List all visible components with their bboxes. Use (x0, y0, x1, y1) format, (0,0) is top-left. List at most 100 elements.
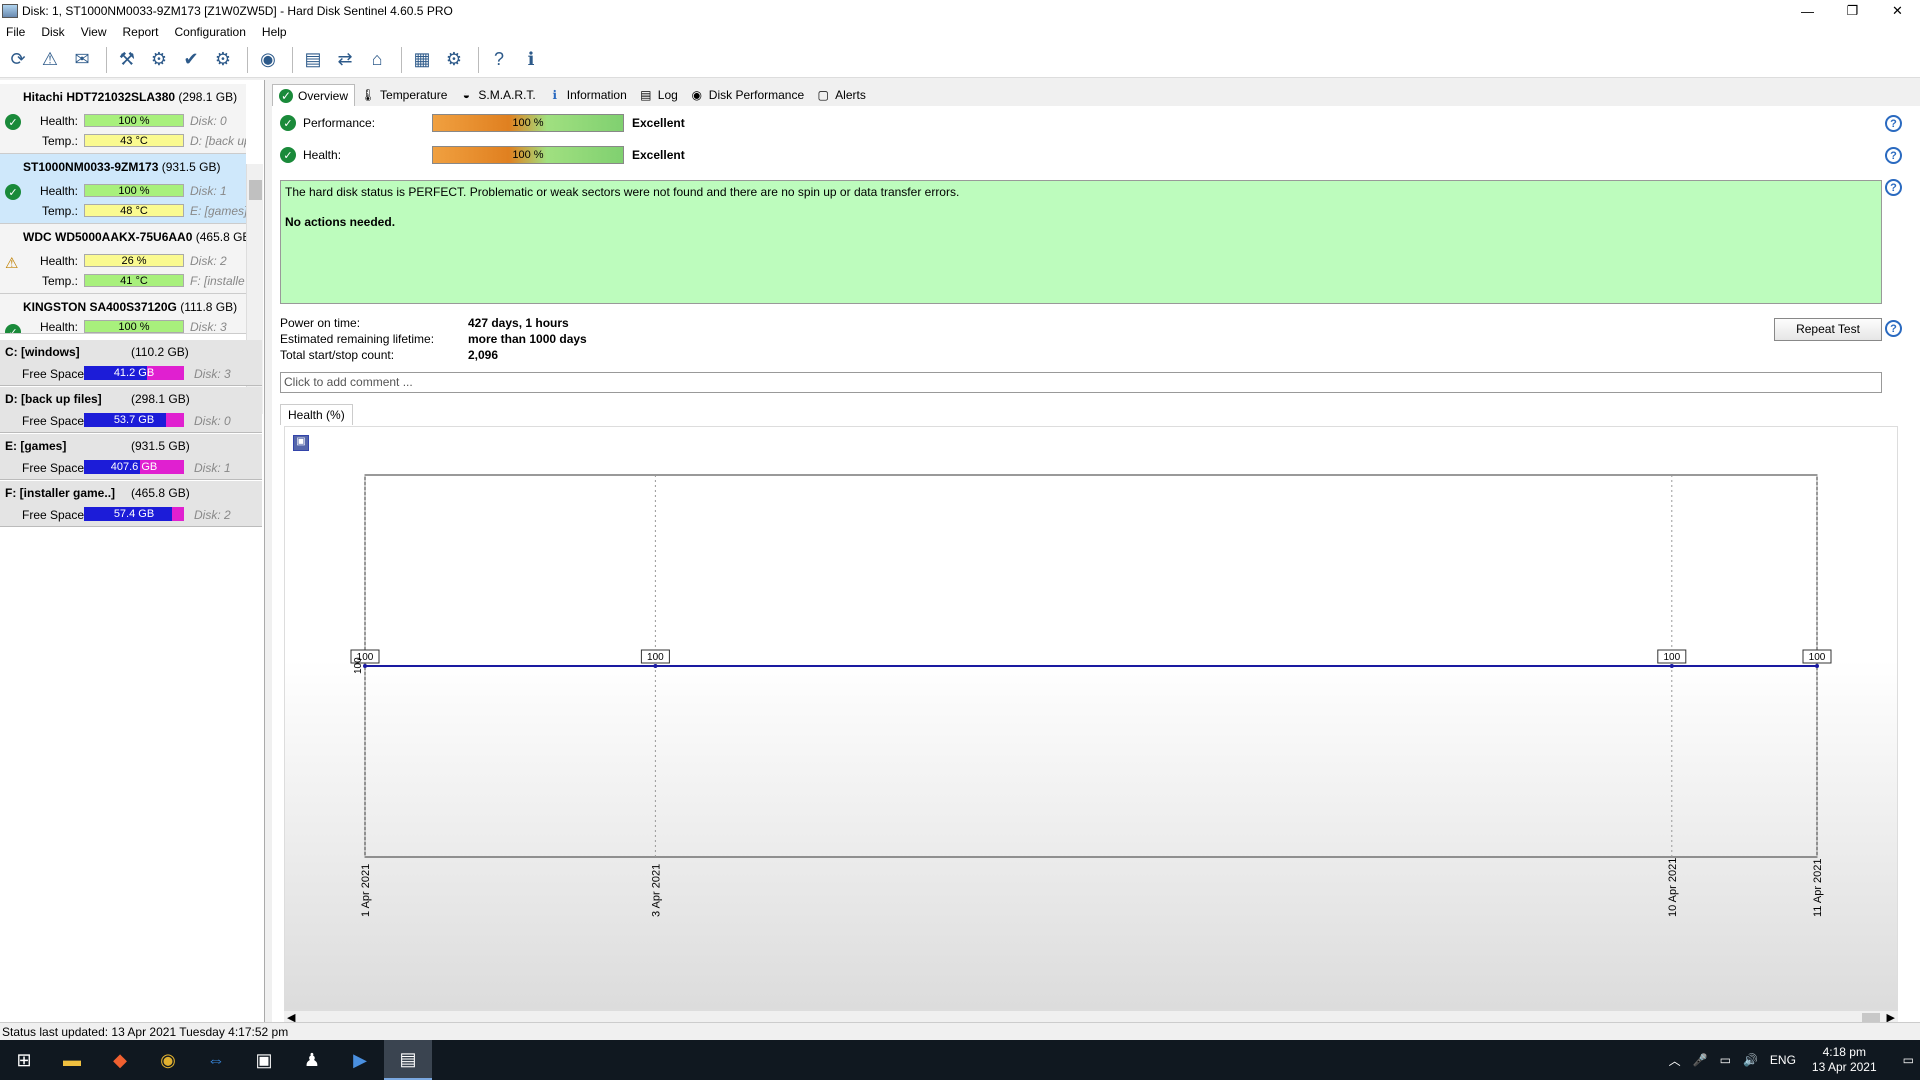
volume-card[interactable]: C: [windows] (110.2 GB) Free Space 41.2 … (0, 340, 262, 386)
web-icon[interactable]: ◉ (254, 46, 282, 74)
temp-bar: 48 °C (84, 204, 184, 217)
network-icon[interactable]: ⌂ (363, 46, 391, 74)
scrollbar-thumb[interactable] (249, 180, 262, 200)
sync-icon[interactable]: ⇄ (331, 46, 359, 74)
volume-size: (110.2 GB) (131, 345, 189, 359)
free-space-bar: 57.4 GB (84, 507, 184, 521)
comment-field[interactable]: Click to add comment ... (280, 372, 1882, 393)
disk-size: (111.8 GB) (180, 300, 238, 314)
hard-disk-sentinel-taskbar-icon[interactable]: ▤ (384, 1040, 432, 1080)
chip-icon[interactable]: ▦ (408, 46, 436, 74)
power-on-label: Power on time: (280, 316, 361, 330)
health-label: Health: (39, 254, 78, 268)
disk-size: (931.5 GB) (161, 160, 221, 174)
maximize-button[interactable]: ❐ (1830, 0, 1875, 22)
refresh-icon[interactable]: ⟳ (4, 46, 32, 74)
performance-verdict: Excellent (632, 116, 685, 130)
menu-configuration[interactable]: Configuration (169, 25, 252, 39)
repeat-test-button[interactable]: Repeat Test (1774, 318, 1882, 341)
menu-view[interactable]: View (75, 25, 113, 39)
chart-tab-health[interactable]: Health (%) (280, 404, 353, 425)
disk-card[interactable]: Hitachi HDT721032SLA380 (298.1 GB) ✓ Hea… (0, 84, 246, 154)
microphone-icon[interactable]: 🎤 (1693, 1053, 1708, 1067)
toolbar: ⟳ ⚠ ✉ ⚒ ⚙ ✔ ⚙ ◉ ▤ ⇄ ⌂ ▦ ⚙ ? ℹ (0, 42, 1920, 78)
status-message-box: The hard disk status is PERFECT. Problem… (280, 180, 1882, 304)
app-icon[interactable]: ▣ (240, 1040, 288, 1080)
disk-card[interactable]: KINGSTON SA400S37120G (111.8 GB) ✓ Healt… (0, 294, 246, 334)
volume-card[interactable]: E: [games] (931.5 GB) Free Space 407.6 G… (0, 434, 262, 480)
disk-number: Disk: 1 (194, 461, 231, 475)
disk-check-icon[interactable]: ✔ (177, 46, 205, 74)
tab-smart[interactable]: ◒ S.M.A.R.T. (453, 84, 541, 106)
disk-number: Disk: 2 (190, 254, 227, 268)
info-icon[interactable]: ℹ (517, 46, 545, 74)
volume-name: F: [installer game..] (5, 486, 116, 500)
document-icon[interactable]: ▤ (299, 46, 327, 74)
chrome-icon[interactable]: ◉ (144, 1040, 192, 1080)
help-icon[interactable]: ? (1885, 320, 1902, 337)
volume-size: (298.1 GB) (131, 392, 190, 406)
tab-temperature[interactable]: 🌡 Temperature (355, 84, 453, 106)
disk-test-icon[interactable]: ⚒ (113, 46, 141, 74)
volume-icon[interactable]: 🔊 (1743, 1053, 1758, 1067)
temp-label: Temp.: (41, 274, 78, 288)
file-explorer-icon[interactable]: ▬ (48, 1040, 96, 1080)
x-tick-label: 10 Apr 2021 (1667, 858, 1679, 917)
brave-icon[interactable]: ◆ (96, 1040, 144, 1080)
report-icon[interactable]: ✉ (68, 46, 96, 74)
health-label: Health: (303, 148, 342, 162)
menu-disk[interactable]: Disk (35, 25, 70, 39)
volume-label: E: [games] (190, 204, 246, 218)
main-panel: ✓ Overview 🌡 Temperature ◒ S.M.A.R.T. ℹ Info… (272, 80, 1920, 1028)
settings-icon[interactable]: ⚙ (440, 46, 468, 74)
disk-card[interactable]: WDC WD5000AAKX-75U6AA0 (465.8 GB) ⚠ Heal… (0, 224, 254, 294)
data-label: 100 (647, 652, 664, 663)
help-icon[interactable]: ? (485, 46, 513, 74)
tab-alerts[interactable]: ▢ Alerts (810, 84, 872, 106)
language-indicator[interactable]: ENG (1770, 1053, 1796, 1067)
status-bar: Status last updated: 13 Apr 2021 Tuesday… (0, 1022, 1920, 1040)
volume-card[interactable]: F: [installer game..] (465.8 GB) Free Sp… (0, 481, 262, 527)
volume-card[interactable]: D: [back up files] (298.1 GB) Free Space… (0, 387, 262, 433)
free-space-bar: 53.7 GB (84, 413, 184, 427)
menu-file[interactable]: File (0, 25, 31, 39)
menu-report[interactable]: Report (116, 25, 164, 39)
tab-information[interactable]: ℹ Information (542, 84, 633, 106)
tab-disk-performance[interactable]: ◉ Disk Performance (684, 84, 810, 106)
disk-card-selected[interactable]: ST1000NM0033-9ZM173 (931.5 GB) ✓ Health:… (0, 154, 246, 224)
alert-doc-icon: ▢ (817, 88, 829, 102)
minimize-button[interactable]: — (1785, 0, 1830, 22)
help-icon[interactable]: ? (1885, 179, 1902, 196)
teamviewer-icon[interactable]: ⇔ (192, 1040, 240, 1080)
disk-config-icon[interactable]: ⚙ (209, 46, 237, 74)
menu-help[interactable]: Help (256, 25, 293, 39)
chevron-up-icon[interactable]: ︿ (1669, 1052, 1681, 1069)
performance-label: Performance: (303, 116, 376, 130)
free-space-label: Free Space (22, 461, 85, 475)
help-icon[interactable]: ? (1885, 147, 1902, 164)
help-icon[interactable]: ? (1885, 115, 1902, 132)
start-icon[interactable]: ⊞ (0, 1040, 48, 1080)
log-icon: ▤ (640, 88, 652, 102)
disk-number: Disk: 3 (194, 367, 231, 381)
data-label: 100 (1809, 652, 1826, 663)
free-space-bar: 407.6 GB (84, 460, 184, 474)
volume-size: (931.5 GB) (131, 439, 190, 453)
network-icon[interactable]: ▭ (1720, 1053, 1731, 1067)
health-label: Health: (39, 184, 78, 198)
alert-icon[interactable]: ⚠ (36, 46, 64, 74)
volume-name: D: [back up files] (5, 392, 102, 406)
close-button[interactable]: ✕ (1875, 0, 1920, 22)
notification-icon[interactable]: ▭ (1903, 1053, 1914, 1067)
app-icon[interactable]: ♟ (288, 1040, 336, 1080)
thermometer-icon: 🌡 (360, 88, 376, 102)
disk-surface-icon[interactable]: ⚙ (145, 46, 173, 74)
tab-overview[interactable]: ✓ Overview (272, 84, 356, 106)
clock[interactable]: 4:18 pm 13 Apr 2021 (1812, 1045, 1877, 1075)
title-bar: Disk: 1, ST1000NM0033-9ZM173 [Z1W0ZW5D] … (0, 0, 1920, 22)
tab-log[interactable]: ▤ Log (633, 84, 684, 106)
temp-label: Temp.: (41, 204, 78, 218)
window-title: Disk: 1, ST1000NM0033-9ZM173 [Z1W0ZW5D] … (22, 4, 453, 18)
media-icon[interactable]: ▶ (336, 1040, 384, 1080)
info-icon: ℹ (552, 88, 558, 102)
